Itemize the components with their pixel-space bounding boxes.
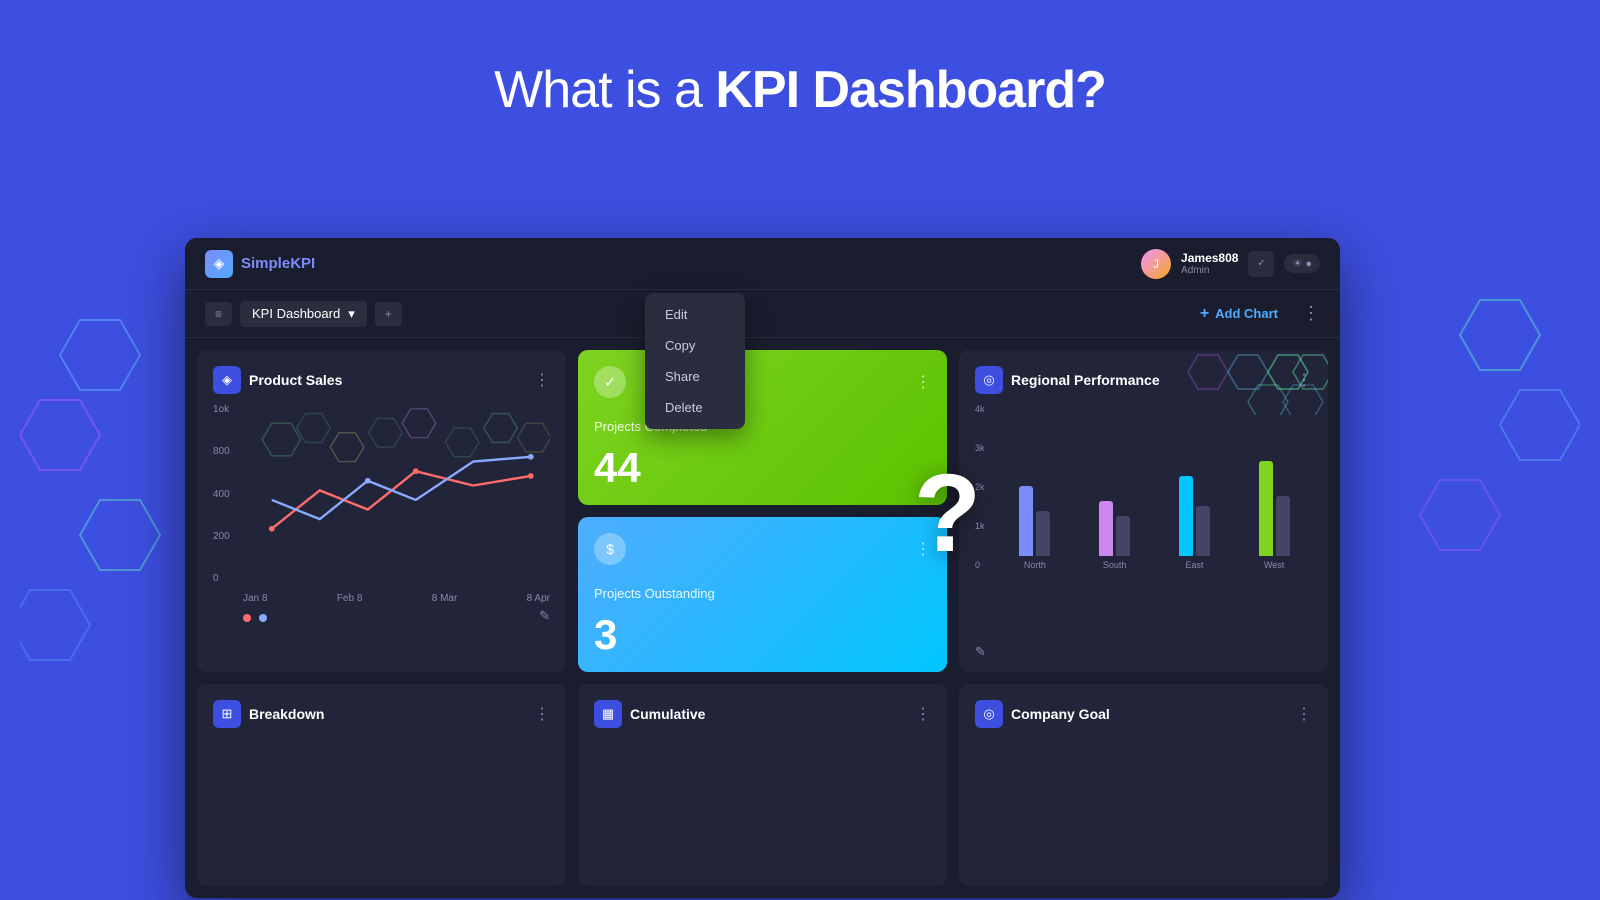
company-goal-icon: ◎ — [975, 700, 1003, 728]
add-tab-button[interactable]: + — [375, 302, 402, 326]
bar-west-2 — [1276, 496, 1290, 556]
bar-group-south: South — [1099, 416, 1130, 570]
bar-south-2 — [1116, 516, 1130, 556]
bar-group-east: East — [1179, 416, 1210, 570]
context-menu-share[interactable]: Share — [645, 361, 745, 392]
company-goal-title-area: ◎ Company Goal — [975, 700, 1110, 728]
kpi-completed-value: 44 — [594, 447, 931, 489]
cumulative-icon: ▦ — [594, 700, 622, 728]
kpi-outstanding-value: 3 — [594, 614, 931, 656]
breakdown-header: ⊞ Breakdown ⋮ — [213, 700, 550, 728]
breakdown-more-button[interactable]: ⋮ — [534, 704, 550, 724]
topbar-checkbox-btn[interactable]: ✓ — [1248, 251, 1274, 277]
dashboard-window: ◈ SimpleKPI J James808 Admin ✓ ☀ ● ≡ KPI… — [185, 238, 1340, 898]
topbar: ◈ SimpleKPI J James808 Admin ✓ ☀ ● — [185, 238, 1340, 290]
toolbar: ≡ KPI Dashboard ▾ + + Add Chart ⋮ — [185, 290, 1340, 338]
cumulative-more-button[interactable]: ⋮ — [915, 704, 931, 724]
more-options-button[interactable]: ⋮ — [1302, 303, 1320, 324]
legend-dot-blue — [259, 614, 267, 622]
product-sales-header: ◈ Product Sales ⋮ — [213, 366, 550, 394]
user-name: James808 — [1181, 251, 1238, 265]
chart-legend — [213, 614, 267, 622]
kpi-outstanding-more[interactable]: ⋮ — [915, 539, 931, 559]
hamburger-button[interactable]: ≡ — [205, 302, 232, 326]
page-title: What is a KPI Dashboard? — [0, 0, 1600, 120]
user-info: James808 Admin — [1181, 251, 1238, 276]
bar-north-1 — [1019, 486, 1033, 556]
legend-dot-red — [243, 614, 251, 622]
bar-label-east: East — [1185, 560, 1203, 570]
context-menu: Edit Copy Share Delete — [645, 293, 745, 429]
topbar-right: J James808 Admin ✓ ☀ ● — [1141, 249, 1320, 279]
breakdown-title: Breakdown — [249, 706, 324, 722]
bar-groups: North South — [997, 404, 1312, 570]
bar-north-2 — [1036, 511, 1050, 556]
projects-outstanding-card: $ ⋮ Projects Outstanding 3 — [578, 517, 947, 672]
company-goal-card: ◎ Company Goal ⋮ — [959, 684, 1328, 886]
logo-icon: ◈ — [205, 250, 233, 278]
breakdown-card: ⊞ Breakdown ⋮ — [197, 684, 566, 886]
kpi-outstanding-icon: $ — [594, 533, 626, 565]
bar-group-north: North — [1019, 416, 1050, 570]
regional-icon: ◎ — [975, 366, 1003, 394]
avatar: J — [1141, 249, 1171, 279]
bar-east-1 — [1179, 476, 1193, 556]
product-sales-edit-icon[interactable]: ✎ — [539, 608, 550, 624]
company-goal-header: ◎ Company Goal ⋮ — [975, 700, 1312, 728]
cumulative-title: Cumulative — [630, 706, 705, 722]
kpi-outstanding-label: Projects Outstanding — [594, 586, 931, 601]
cumulative-header: ▦ Cumulative ⋮ — [594, 700, 931, 728]
projects-completed-card: ✓ ⋮ Projects Completed 44 — [578, 350, 947, 505]
breakdown-title-area: ⊞ Breakdown — [213, 700, 324, 728]
user-role: Admin — [1181, 265, 1238, 276]
kpi-completed-icon: ✓ — [594, 366, 626, 398]
dashboard-content: ◈ Product Sales ⋮ 1ok 800 400 200 0 — [185, 338, 1340, 898]
logo-area: ◈ SimpleKPI — [205, 250, 315, 278]
kpi-outstanding-header: $ ⋮ — [594, 533, 931, 565]
product-sales-title-area: ◈ Product Sales — [213, 366, 342, 394]
context-menu-edit[interactable]: Edit — [645, 299, 745, 330]
kpi-container: ✓ ⋮ Projects Completed 44 $ ⋮ Projects O… — [578, 350, 947, 672]
topbar-left: ◈ SimpleKPI — [205, 250, 315, 278]
regional-performance-card: ◎ Regional Performance ⋮ 4k 3k 2k 1k 0 — [959, 350, 1328, 672]
bar-chart-y-labels: 4k 3k 2k 1k 0 — [975, 404, 997, 570]
breakdown-icon: ⊞ — [213, 700, 241, 728]
bar-label-south: South — [1103, 560, 1127, 570]
company-goal-more-button[interactable]: ⋮ — [1296, 704, 1312, 724]
cumulative-title-area: ▦ Cumulative — [594, 700, 705, 728]
chart-y-labels: 1ok 800 400 200 0 — [213, 404, 243, 584]
kpi-completed-more[interactable]: ⋮ — [915, 372, 931, 392]
product-sales-more-button[interactable]: ⋮ — [534, 370, 550, 390]
add-chart-button[interactable]: + Add Chart — [1200, 305, 1278, 323]
company-goal-title: Company Goal — [1011, 706, 1110, 722]
chart-x-labels: Jan 8 Feb 8 8 Mar 8 Apr — [243, 593, 550, 604]
dashboard-selector[interactable]: KPI Dashboard ▾ — [240, 301, 367, 327]
bar-south-1 — [1099, 501, 1113, 556]
cumulative-card: ▦ Cumulative ⋮ — [578, 684, 947, 886]
context-menu-delete[interactable]: Delete — [645, 392, 745, 423]
theme-toggle[interactable]: ☀ ● — [1284, 254, 1320, 273]
bar-label-north: North — [1024, 560, 1046, 570]
bar-east-2 — [1196, 506, 1210, 556]
line-chart-svg — [243, 404, 550, 558]
bar-label-west: West — [1264, 560, 1284, 570]
product-sales-title: Product Sales — [249, 372, 342, 388]
product-sales-icon: ◈ — [213, 366, 241, 394]
bar-west-1 — [1259, 461, 1273, 556]
context-menu-copy[interactable]: Copy — [645, 330, 745, 361]
logo-text: SimpleKPI — [241, 255, 315, 272]
regional-bar-chart: 4k 3k 2k 1k 0 North — [975, 404, 1312, 594]
product-sales-card: ◈ Product Sales ⋮ 1ok 800 400 200 0 — [197, 350, 566, 672]
product-sales-chart: 1ok 800 400 200 0 — [213, 404, 550, 604]
regional-edit-icon[interactable]: ✎ — [975, 644, 986, 660]
bar-group-west: West — [1259, 416, 1290, 570]
